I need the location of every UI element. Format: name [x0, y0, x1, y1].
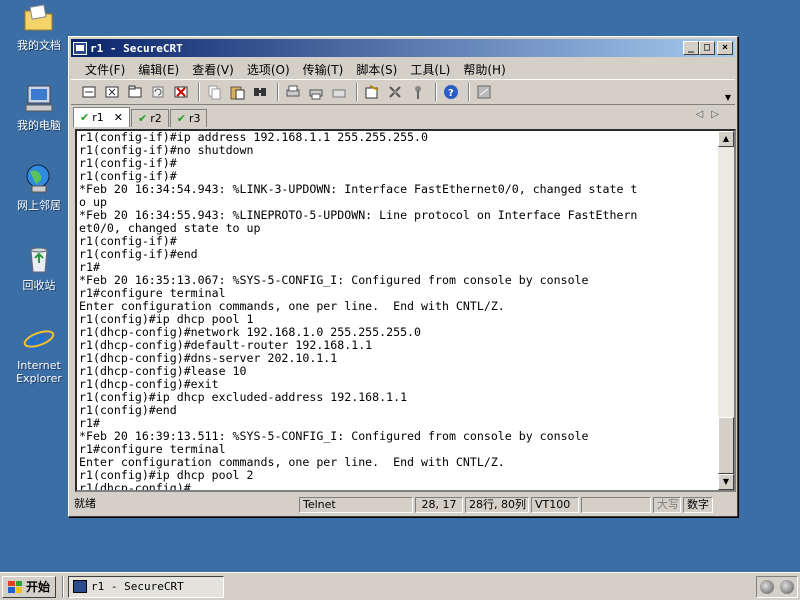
menu-script[interactable]: 脚本(S)	[350, 61, 403, 78]
recycle-bin-icon	[22, 242, 56, 276]
keymap-icon[interactable]	[408, 83, 428, 101]
tab-label: r3	[188, 112, 201, 125]
vertical-scrollbar[interactable]: ▲ ▼	[718, 131, 734, 490]
desktop-icon-label: 网上邻居	[17, 199, 61, 212]
start-button[interactable]: 开始	[2, 575, 57, 598]
print-icon[interactable]	[283, 83, 303, 101]
status-emulation: VT100	[531, 497, 579, 513]
securecrt-app-icon	[73, 580, 88, 593]
status-ready: 就绪	[74, 497, 96, 510]
network-globe-icon	[22, 162, 56, 196]
menu-tools[interactable]: 工具(L)	[404, 61, 456, 78]
computer-icon	[22, 82, 56, 116]
windows-logo-icon	[8, 580, 22, 593]
volume-icon[interactable]	[760, 580, 774, 594]
connect-icon[interactable]	[79, 83, 99, 101]
session-options-icon[interactable]	[362, 83, 382, 101]
menu-view[interactable]: 查看(V)	[186, 61, 240, 78]
close-button[interactable]: ×	[717, 41, 733, 55]
securecrt-window: r1 - SecureCRT _ □ × 文件(F) 编辑(E) 查看(V) 选…	[68, 36, 738, 517]
tab-r3[interactable]: ✔ r3	[169, 109, 208, 127]
desktop-icon-label: 我的电脑	[17, 119, 61, 132]
taskbar-divider	[62, 575, 65, 598]
svg-text:e: e	[27, 323, 46, 356]
terminal-output[interactable]: r1(config-if)#ip address 192.168.1.1 255…	[79, 131, 720, 490]
desktop-icon-network-places[interactable]: 网上邻居	[6, 162, 72, 212]
terminal-line: *Feb 20 16:34:54.943: %LINK-3-UPDOWN: In…	[79, 182, 638, 196]
connected-check-icon: ✔	[176, 112, 186, 125]
menu-help[interactable]: 帮助(H)	[457, 61, 511, 78]
menu-options[interactable]: 选项(O)	[241, 61, 296, 78]
terminal-line: r1(config-if)#end	[79, 247, 198, 261]
toolbar-separator	[468, 83, 470, 101]
status-blank	[581, 497, 651, 513]
close-tab-icon[interactable]: ✕	[114, 111, 123, 124]
tab-scroll-arrows-icon[interactable]: ◁▷	[696, 109, 727, 120]
connect-tab-icon[interactable]	[125, 83, 145, 101]
terminal-area[interactable]: r1(config-if)#ip address 192.168.1.1 255…	[75, 129, 736, 492]
network-status-icon[interactable]	[780, 580, 794, 594]
desktop-icon-recycle-bin[interactable]: 回收站	[6, 242, 72, 292]
desktop-icon-internet-explorer[interactable]: e Internet Explorer	[6, 322, 72, 385]
status-cursor-position: 28, 17	[415, 497, 463, 513]
status-bar: 就绪 Telnet 28, 17 28行, 80列 VT100 大写 数字	[71, 496, 735, 514]
menu-transfer[interactable]: 传输(T)	[297, 61, 350, 78]
print-setup-icon[interactable]	[329, 83, 349, 101]
disconnect-icon[interactable]	[171, 83, 191, 101]
desktop-icon-label: Internet Explorer	[16, 359, 62, 385]
system-tray	[756, 576, 798, 598]
desktop-icon-my-documents[interactable]: 我的文档	[6, 2, 72, 52]
menu-edit[interactable]: 编辑(E)	[132, 61, 185, 78]
desktop-icon-label: 回收站	[22, 279, 56, 292]
status-protocol: Telnet	[299, 497, 413, 513]
global-options-icon[interactable]	[385, 83, 405, 101]
tab-r2[interactable]: ✔ r2	[130, 109, 169, 127]
desktop-icon-my-computer[interactable]: 我的电脑	[6, 82, 72, 132]
scrollbar-thumb[interactable]	[718, 417, 734, 474]
minimize-button[interactable]: _	[683, 41, 699, 55]
scroll-down-arrow-icon[interactable]: ▼	[718, 474, 734, 490]
window-controls: _ □ ×	[683, 41, 733, 55]
internet-explorer-icon: e	[22, 322, 56, 358]
paste-icon[interactable]	[227, 83, 247, 101]
folder-icon	[22, 2, 56, 36]
toolbar: ? ▼	[71, 79, 735, 105]
menu-bar: 文件(F) 编辑(E) 查看(V) 选项(O) 传输(T) 脚本(S) 工具(L…	[69, 59, 737, 79]
title-bar[interactable]: r1 - SecureCRT _ □ ×	[71, 39, 735, 57]
terminal-line: r1(dhcp-config)#	[79, 481, 191, 491]
copy-icon[interactable]	[204, 83, 224, 101]
connected-check-icon: ✔	[80, 111, 90, 124]
reconnect-icon[interactable]	[148, 83, 168, 101]
desktop-icon-label: 我的文档	[17, 39, 61, 52]
taskbar-item-securecrt[interactable]: r1 - SecureCRT	[68, 575, 225, 598]
tab-label: r2	[150, 112, 162, 125]
toolbar-separator	[277, 83, 279, 101]
toolbar-separator	[198, 83, 200, 101]
tab-label: r1	[92, 111, 104, 124]
taskbar: 开始 r1 - SecureCRT	[0, 572, 800, 600]
connected-check-icon: ✔	[137, 112, 148, 125]
terminal-line: r1(config)#end	[79, 403, 177, 417]
status-num-lock: 数字	[683, 497, 713, 513]
toolbar-separator	[435, 83, 437, 101]
securecrt-app-icon	[73, 41, 87, 55]
toolbar-separator	[356, 83, 358, 101]
svg-text:?: ?	[448, 88, 454, 99]
sftp-icon[interactable]	[474, 83, 494, 101]
print-selection-icon[interactable]	[306, 83, 326, 101]
status-terminal-size: 28行, 80列	[465, 497, 529, 513]
status-caps-lock: 大写	[653, 497, 681, 513]
maximize-button[interactable]: □	[699, 41, 715, 55]
taskbar-item-label: r1 - SecureCRT	[91, 580, 184, 593]
scroll-up-arrow-icon[interactable]: ▲	[718, 131, 734, 147]
start-label: 开始	[26, 580, 51, 594]
help-icon[interactable]: ?	[441, 83, 461, 101]
tab-r1[interactable]: ✔ r1 ✕	[73, 107, 130, 127]
toolbar-overflow-chevron-icon[interactable]: ▼	[725, 93, 731, 102]
menu-file[interactable]: 文件(F)	[79, 61, 131, 78]
session-tab-bar: ✔ r1 ✕ ✔ r2 ✔ r3 ◁▷	[73, 107, 733, 127]
window-title: r1 - SecureCRT	[90, 41, 183, 55]
find-icon[interactable]	[250, 83, 270, 101]
quick-connect-icon[interactable]	[102, 83, 122, 101]
